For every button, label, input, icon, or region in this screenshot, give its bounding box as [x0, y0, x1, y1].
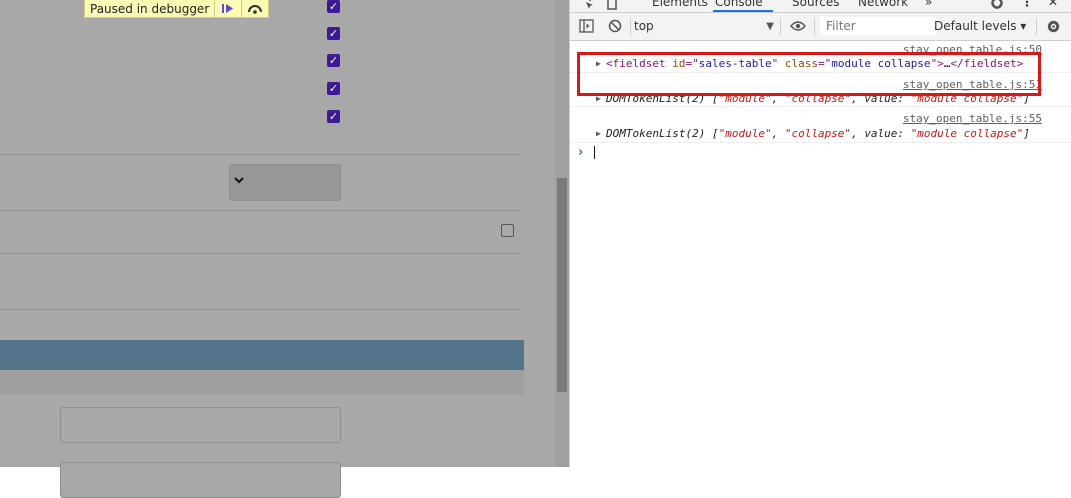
context-value: top: [634, 19, 654, 33]
checkbox-checked[interactable]: ✓: [327, 0, 340, 13]
paused-label: Paused in debugger: [90, 1, 210, 16]
toolbar-separator: [630, 18, 631, 35]
checkbox-checked[interactable]: ✓: [327, 110, 340, 123]
tab-more[interactable]: »: [925, 0, 932, 9]
tab-console[interactable]: Console: [715, 0, 763, 9]
console-input-caret[interactable]: [594, 146, 595, 159]
inspect-element-icon[interactable]: [580, 0, 594, 10]
console-log-entry: stay_open_table.js:55 ▶ DOMTokenList(2) …: [570, 106, 1071, 143]
row-divider: [0, 154, 524, 155]
sidebar-toggle-icon[interactable]: [579, 19, 594, 33]
page-text-input[interactable]: [60, 407, 341, 443]
row-divider: [0, 309, 524, 310]
kebab-menu-icon[interactable]: ⋮: [1021, 0, 1033, 9]
page-scrollbar-thumb[interactable]: [557, 178, 567, 392]
checkbox-checked[interactable]: ✓: [327, 82, 340, 95]
device-toolbar-icon[interactable]: [606, 0, 620, 10]
active-tab-indicator: [713, 10, 773, 12]
tab-sources[interactable]: Sources: [792, 0, 839, 9]
step-over-icon: [248, 5, 263, 14]
page-select[interactable]: [229, 164, 341, 201]
paused-in-debugger-banner: Paused in debugger: [84, 0, 270, 18]
domtokenlist-object[interactable]: DOMTokenList(2) ["module", "collapse", v…: [606, 127, 1030, 140]
row-divider: [0, 253, 524, 254]
resume-button[interactable]: [214, 0, 241, 17]
page-text-input[interactable]: [60, 462, 341, 498]
clear-console-icon[interactable]: [608, 19, 622, 33]
page-content-dimmed: Paused in debugger ✓ ✓ ✓ ✓ ✓: [0, 0, 555, 498]
settings-gear-icon[interactable]: [990, 0, 1004, 10]
red-highlight-box: [577, 52, 1041, 96]
log-levels-dropdown[interactable]: Default levels ▾: [934, 19, 1026, 33]
row-divider: [0, 210, 524, 211]
toolbar-separator: [780, 18, 781, 35]
caret-down-icon: ▼: [766, 21, 774, 32]
module-subheader: [0, 370, 524, 395]
toolbar-separator: [1036, 18, 1037, 35]
step-over-button[interactable]: [241, 0, 268, 17]
devtools-tabbar: Elements Console Sources Network » ⋮ ✕: [570, 0, 1071, 13]
tab-network[interactable]: Network: [858, 0, 908, 9]
expand-triangle-icon[interactable]: ▶: [596, 129, 601, 138]
checkbox-unchecked[interactable]: [501, 224, 514, 237]
console-settings-gear-icon[interactable]: [1046, 19, 1061, 34]
resume-icon: [222, 4, 234, 13]
filter-input[interactable]: [820, 17, 936, 35]
module-header-bar: [0, 340, 524, 370]
tab-elements[interactable]: Elements: [652, 0, 708, 9]
toolbar-separator: [814, 18, 815, 35]
source-link[interactable]: stay_open_table.js:55: [903, 112, 1042, 125]
console-toolbar: top ▼ Default levels ▾: [570, 13, 1071, 41]
console-prompt-icon: ›: [578, 145, 584, 160]
checkbox-checked[interactable]: ✓: [327, 54, 340, 67]
eye-icon[interactable]: [790, 20, 806, 32]
chevron-down-icon: [234, 177, 244, 184]
context-selector[interactable]: top ▼: [634, 17, 774, 36]
checkbox-checked[interactable]: ✓: [327, 27, 340, 40]
close-icon[interactable]: ✕: [1048, 0, 1058, 9]
